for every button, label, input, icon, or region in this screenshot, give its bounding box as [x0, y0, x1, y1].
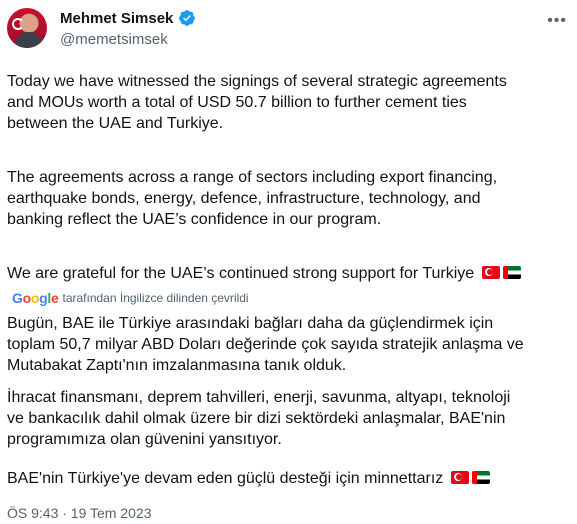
- translated-paragraph-2: İhracat finansmanı, deprem tahvilleri, e…: [7, 389, 511, 448]
- tweet-paragraph-3-text: We are grateful for the UAE’s continued …: [7, 265, 475, 282]
- uae-flag-icon: [502, 266, 521, 279]
- display-name[interactable]: Mehmet Simsek: [60, 10, 173, 27]
- uae-flag-icon: [471, 471, 490, 484]
- tweet-paragraph-3: We are grateful for the UAE’s continued …: [7, 263, 567, 284]
- translation-note: tarafından İngilizce dilinden çevrildi: [62, 291, 249, 305]
- avatar[interactable]: [7, 8, 47, 48]
- translated-paragraph-3-text: BAE'nin Türkiye'ye devam eden güçlü dest…: [7, 470, 444, 487]
- avatar-figure: [16, 32, 42, 48]
- author-name-row: Mehmet Simsek: [60, 9, 196, 27]
- tweet-paragraph-1: Today we have witnessed the signings of …: [7, 73, 507, 132]
- turkey-flag-icon: [450, 471, 469, 484]
- author-handle[interactable]: @memetsimsek: [60, 31, 168, 48]
- turkey-flag-icon: [481, 266, 500, 279]
- more-options-icon[interactable]: •••: [547, 12, 567, 30]
- flag-mark-icon: [12, 18, 24, 30]
- verified-badge-icon: [179, 10, 196, 26]
- tweet-paragraph-2: The agreements across a range of sectors…: [7, 169, 498, 228]
- translated-paragraph-3: BAE'nin Türkiye'ye devam eden güçlü dest…: [7, 468, 567, 489]
- translated-paragraph-1: Bugün, BAE ile Türkiye arasındaki bağlar…: [7, 315, 524, 374]
- tweet-timestamp[interactable]: ÖS 9:43 · 19 Tem 2023: [7, 505, 152, 521]
- translation-attribution[interactable]: Google tarafından İngilizce dilinden çev…: [12, 290, 249, 306]
- google-logo: Google: [12, 290, 59, 306]
